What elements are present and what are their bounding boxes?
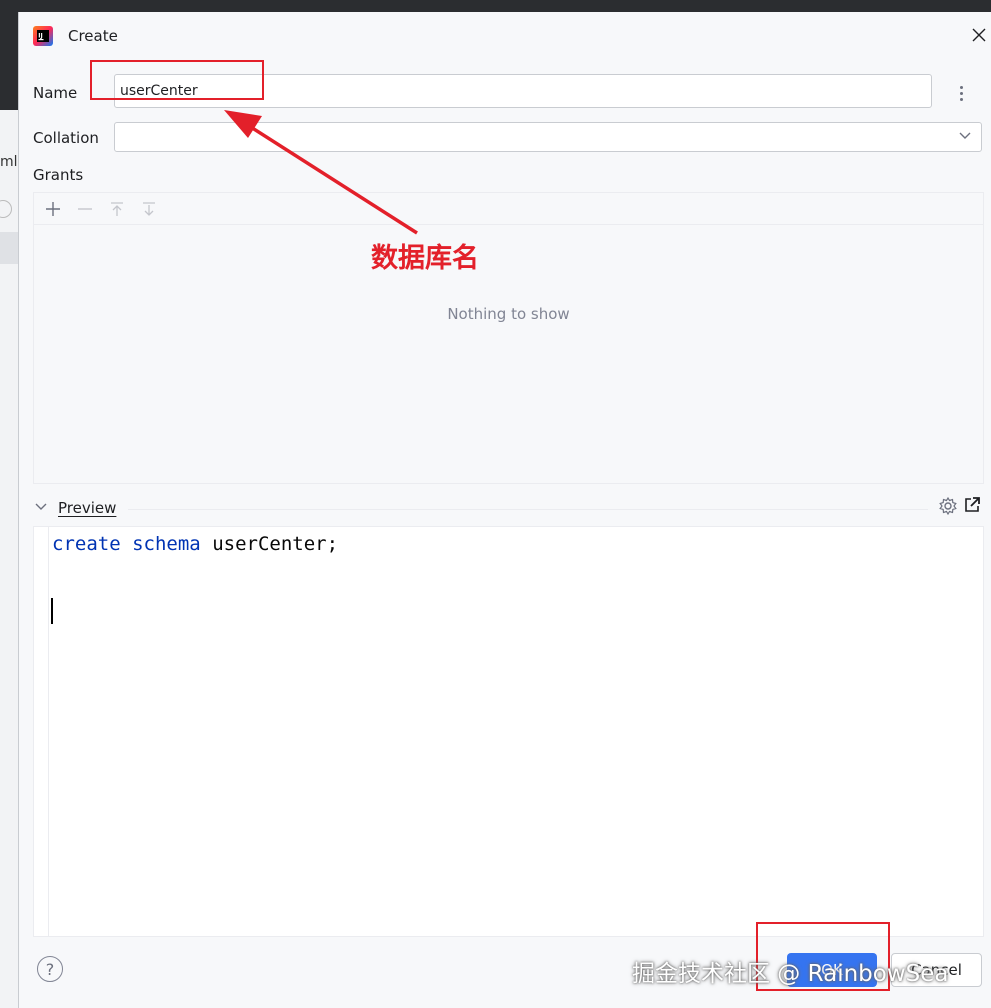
annotation-arrow — [224, 110, 418, 235]
annotation-label: 数据库名 — [371, 243, 479, 274]
watermark: 掘金技术社区 @ RainbowSea — [632, 961, 949, 987]
